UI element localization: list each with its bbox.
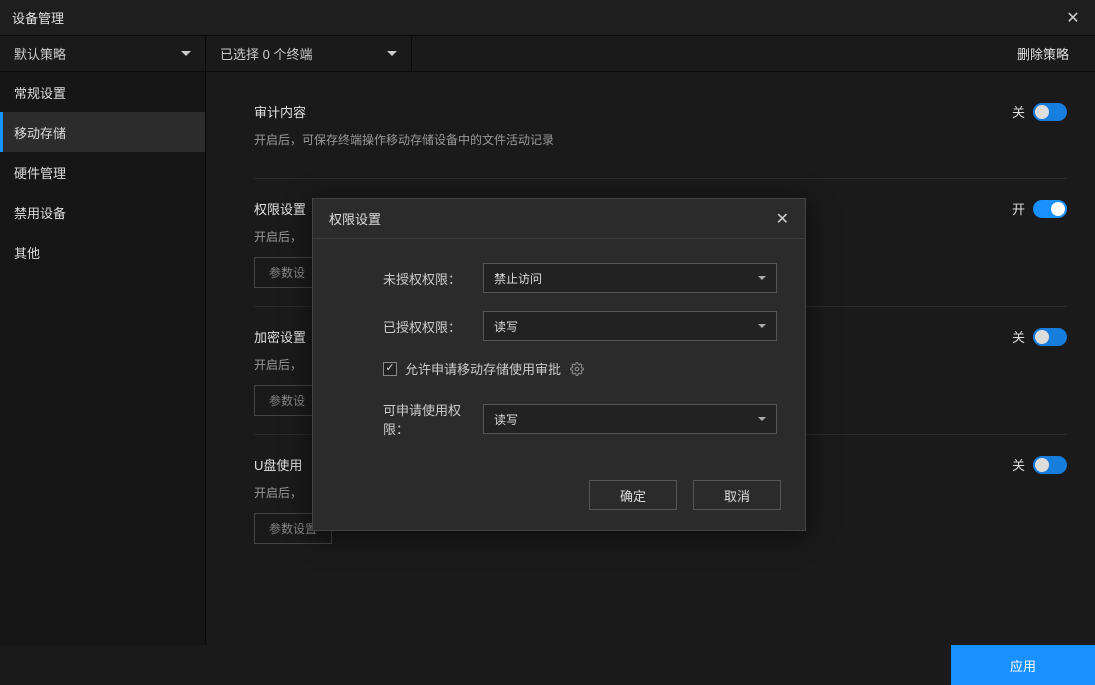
dialog-footer: 确定 取消 xyxy=(313,466,805,530)
param-settings-button[interactable]: 参数设 xyxy=(254,385,320,416)
usb-toggle[interactable] xyxy=(1033,456,1067,474)
requestable-row: 可申请使用权限： 读写 xyxy=(383,400,777,438)
toolbar: 默认策略 已选择 0 个终端 删除策略 xyxy=(0,36,1095,72)
delete-strategy-button[interactable]: 删除策略 xyxy=(991,36,1095,71)
toggle-label: 关 xyxy=(1012,102,1025,121)
encryption-toggle[interactable] xyxy=(1033,328,1067,346)
permission-settings-dialog: 权限设置 ✕ 未授权权限： 禁止访问 已授权权限： 读写 允许申请移动存储使用审… xyxy=(312,198,806,531)
toggle-label: 开 xyxy=(1012,199,1025,218)
chevron-down-icon xyxy=(758,417,766,421)
sidebar-item-disabled-devices[interactable]: 禁用设备 xyxy=(0,192,205,232)
footer: 应用 xyxy=(0,645,1095,685)
dialog-body: 未授权权限： 禁止访问 已授权权限： 读写 允许申请移动存储使用审批 xyxy=(313,239,805,466)
requestable-label: 可申请使用权限： xyxy=(383,400,483,438)
toggle-label: 关 xyxy=(1012,455,1025,474)
chevron-down-icon xyxy=(181,51,191,56)
param-settings-button[interactable]: 参数设 xyxy=(254,257,320,288)
chevron-down-icon xyxy=(758,276,766,280)
selection-dropdown[interactable]: 已选择 0 个终端 xyxy=(206,36,412,71)
sidebar: 常规设置 移动存储 硬件管理 禁用设备 其他 xyxy=(0,72,206,645)
section-desc: 开启后，可保存终端操作移动存储设备中的文件活动记录 xyxy=(254,131,1067,148)
unauth-select[interactable]: 禁止访问 xyxy=(483,263,777,293)
unauth-row: 未授权权限： 禁止访问 xyxy=(383,263,777,293)
unauth-value: 禁止访问 xyxy=(494,270,542,287)
sidebar-item-hardware[interactable]: 硬件管理 xyxy=(0,152,205,192)
section-audit: 审计内容 关 开启后，可保存终端操作移动存储设备中的文件活动记录 xyxy=(254,102,1067,179)
gear-icon[interactable] xyxy=(569,361,585,377)
section-title: 审计内容 xyxy=(254,102,306,121)
toggle-wrap: 开 xyxy=(1012,199,1067,218)
chevron-down-icon xyxy=(758,324,766,328)
ok-button[interactable]: 确定 xyxy=(589,480,677,510)
allow-apply-checkbox[interactable] xyxy=(383,362,397,376)
toggle-wrap: 关 xyxy=(1012,327,1067,346)
dialog-title: 权限设置 xyxy=(329,209,381,228)
unauth-label: 未授权权限： xyxy=(383,269,483,288)
toolbar-spacer xyxy=(412,36,991,71)
section-title: 加密设置 xyxy=(254,327,306,346)
apply-button[interactable]: 应用 xyxy=(951,645,1095,685)
requestable-select[interactable]: 读写 xyxy=(483,404,777,434)
allow-apply-label: 允许申请移动存储使用审批 xyxy=(405,359,561,378)
sidebar-item-general[interactable]: 常规设置 xyxy=(0,72,205,112)
dialog-header: 权限设置 ✕ xyxy=(313,199,805,239)
cancel-button[interactable]: 取消 xyxy=(693,480,781,510)
toggle-wrap: 关 xyxy=(1012,455,1067,474)
requestable-value: 读写 xyxy=(494,411,518,428)
window-title: 设备管理 xyxy=(12,8,64,27)
strategy-dropdown[interactable]: 默认策略 xyxy=(0,36,206,71)
auth-select[interactable]: 读写 xyxy=(483,311,777,341)
section-title: 权限设置 xyxy=(254,199,306,218)
sidebar-item-other[interactable]: 其他 xyxy=(0,232,205,272)
close-icon[interactable]: ✕ xyxy=(776,209,789,229)
section-title: U盘使用 xyxy=(254,455,302,474)
close-icon[interactable]: ✕ xyxy=(1063,8,1083,28)
audit-toggle[interactable] xyxy=(1033,103,1067,121)
toggle-wrap: 关 xyxy=(1012,102,1067,121)
chevron-down-icon xyxy=(387,51,397,56)
auth-row: 已授权权限： 读写 xyxy=(383,311,777,341)
strategy-label: 默认策略 xyxy=(14,44,66,63)
toggle-label: 关 xyxy=(1012,327,1025,346)
permissions-toggle[interactable] xyxy=(1033,200,1067,218)
auth-label: 已授权权限： xyxy=(383,317,483,336)
allow-apply-row: 允许申请移动存储使用审批 xyxy=(383,359,777,378)
selection-label: 已选择 0 个终端 xyxy=(220,44,312,63)
sidebar-item-mobile-storage[interactable]: 移动存储 xyxy=(0,112,205,152)
auth-value: 读写 xyxy=(494,318,518,335)
title-bar: 设备管理 ✕ xyxy=(0,0,1095,36)
